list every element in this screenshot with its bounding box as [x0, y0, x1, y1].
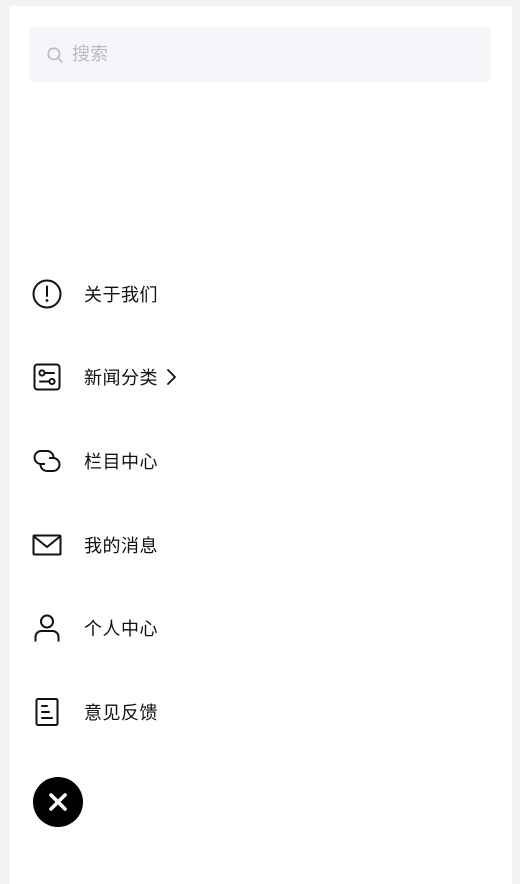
menu-item-column-center[interactable]: 栏目中心 — [30, 419, 490, 503]
menu-item-news-categories[interactable]: 新闻分类 — [30, 336, 490, 420]
mail-icon — [30, 528, 64, 562]
search-input[interactable] — [72, 44, 472, 65]
chevron-right-icon — [164, 368, 178, 386]
menu-item-label: 意见反馈 — [84, 702, 158, 724]
close-icon — [47, 791, 69, 813]
search-icon — [46, 46, 64, 64]
close-button[interactable] — [33, 777, 83, 827]
menu-item-label: 新闻分类 — [84, 368, 158, 390]
menu-item-label: 栏目中心 — [84, 451, 158, 473]
menu-item-my-messages[interactable]: 我的消息 — [30, 503, 490, 587]
menu-item-about-us[interactable]: 关于我们 — [30, 252, 490, 336]
menu-item-label: 关于我们 — [84, 284, 158, 306]
side-menu-panel: 关于我们 新闻分类 — [10, 6, 512, 884]
menu-item-feedback[interactable]: 意见反馈 — [30, 670, 490, 754]
menu-item-personal-center[interactable]: 个人中心 — [30, 586, 490, 670]
search-bar[interactable] — [30, 27, 490, 82]
user-icon — [30, 611, 64, 645]
menu-item-label: 我的消息 — [84, 535, 158, 557]
menu-item-label: 个人中心 — [84, 619, 158, 641]
link-icon — [30, 444, 64, 478]
document-icon — [30, 695, 64, 729]
settings-sliders-icon — [30, 360, 64, 394]
info-circle-icon — [30, 277, 64, 311]
menu-list: 关于我们 新闻分类 栏目中心 我的消息 个人中心 意见反馈 — [30, 252, 490, 754]
